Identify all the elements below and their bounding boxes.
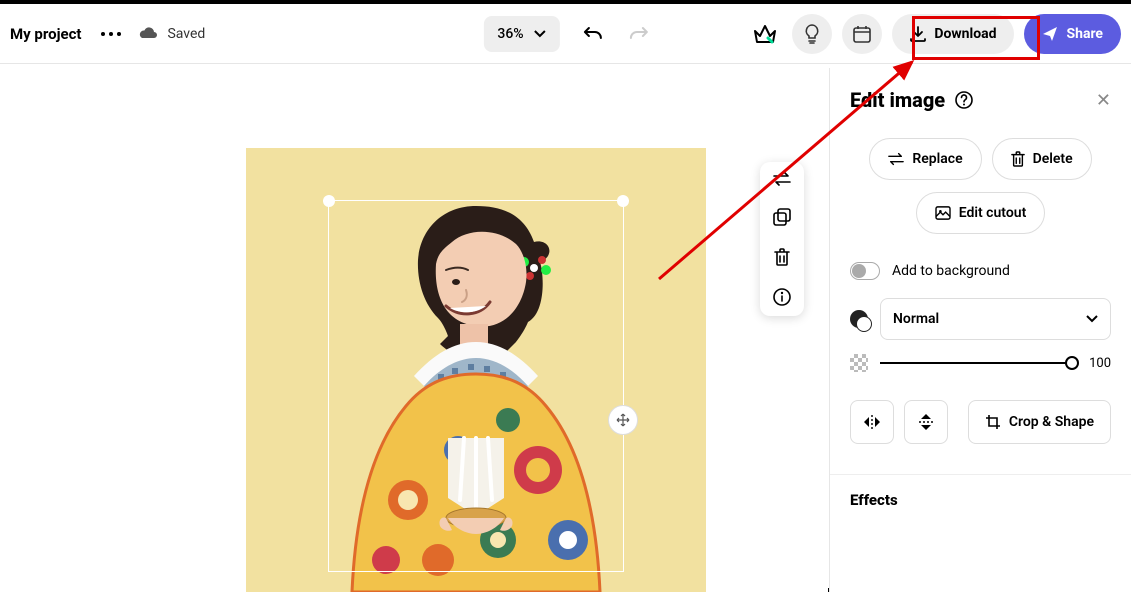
- save-status: Saved: [139, 26, 205, 42]
- effects-section-title: Effects: [850, 491, 1111, 509]
- delete-image-button[interactable]: Delete: [992, 138, 1092, 180]
- resize-handle-tr[interactable]: [617, 195, 629, 207]
- chevron-down-icon: [1086, 315, 1098, 323]
- zoom-dropdown[interactable]: 36%: [483, 16, 559, 52]
- project-title[interactable]: My project: [10, 25, 81, 43]
- zoom-value: 36%: [497, 26, 523, 42]
- edit-cutout-button[interactable]: Edit cutout: [916, 192, 1046, 234]
- delete-button[interactable]: [774, 248, 790, 266]
- cloud-icon: [139, 27, 159, 41]
- download-button[interactable]: Download: [892, 14, 1014, 54]
- close-panel-button[interactable]: ✕: [1096, 90, 1111, 111]
- canvas-area[interactable]: [0, 68, 828, 592]
- redo-button[interactable]: [628, 25, 648, 43]
- flip-vertical-icon: [918, 413, 934, 431]
- replace-label: Replace: [912, 151, 962, 167]
- blend-mode-value: Normal: [893, 311, 939, 327]
- move-handle[interactable]: [608, 405, 638, 435]
- floating-toolbar: [760, 162, 804, 316]
- chevron-down-icon: [534, 30, 546, 38]
- add-to-background-label: Add to background: [892, 263, 1010, 279]
- saved-label: Saved: [167, 26, 205, 42]
- duplicate-button[interactable]: [773, 208, 791, 226]
- trash-icon: [1011, 151, 1025, 167]
- calendar-button[interactable]: [842, 14, 882, 54]
- flip-vertical-button[interactable]: [904, 400, 948, 444]
- opacity-icon: [850, 354, 868, 372]
- crop-label: Crop & Shape: [1009, 414, 1094, 430]
- crop-icon: [985, 414, 1001, 430]
- lightbulb-icon: [803, 24, 821, 44]
- share-button[interactable]: Share: [1024, 14, 1121, 54]
- edit-cutout-label: Edit cutout: [959, 205, 1027, 221]
- blend-mode-icon: [850, 310, 868, 328]
- info-button[interactable]: [773, 288, 791, 306]
- slider-knob[interactable]: [1065, 356, 1079, 370]
- panel-title: Edit image: [850, 88, 945, 112]
- blend-mode-select[interactable]: Normal: [880, 298, 1111, 340]
- resize-handle-tl[interactable]: [323, 195, 335, 207]
- swap-icon: [888, 152, 904, 166]
- more-menu-button[interactable]: [101, 32, 121, 36]
- add-to-background-toggle[interactable]: [850, 262, 880, 280]
- flip-horizontal-icon: [863, 414, 881, 430]
- download-icon: [910, 26, 926, 42]
- delete-label: Delete: [1033, 151, 1073, 167]
- opacity-value: 100: [1085, 356, 1111, 371]
- edit-image-panel: Edit image ✕ Replace Delete Edit cutout …: [829, 68, 1131, 592]
- flip-horizontal-button[interactable]: [850, 400, 894, 444]
- undo-button[interactable]: [584, 25, 604, 43]
- send-icon: [1042, 26, 1058, 42]
- premium-icon[interactable]: [754, 24, 776, 44]
- calendar-icon: [853, 25, 871, 43]
- image-icon: [935, 206, 951, 220]
- swap-button[interactable]: [773, 172, 791, 186]
- artboard[interactable]: [246, 148, 706, 592]
- ideas-button[interactable]: [792, 14, 832, 54]
- selection-box[interactable]: [328, 200, 624, 572]
- help-icon[interactable]: [955, 91, 973, 109]
- divider: [830, 474, 1131, 475]
- download-label: Download: [934, 26, 996, 42]
- replace-button[interactable]: Replace: [869, 138, 981, 180]
- crop-shape-button[interactable]: Crop & Shape: [968, 400, 1111, 444]
- opacity-slider[interactable]: [880, 362, 1073, 364]
- share-label: Share: [1066, 26, 1103, 42]
- top-bar: My project Saved 36%: [0, 4, 1131, 64]
- move-icon: [616, 413, 630, 427]
